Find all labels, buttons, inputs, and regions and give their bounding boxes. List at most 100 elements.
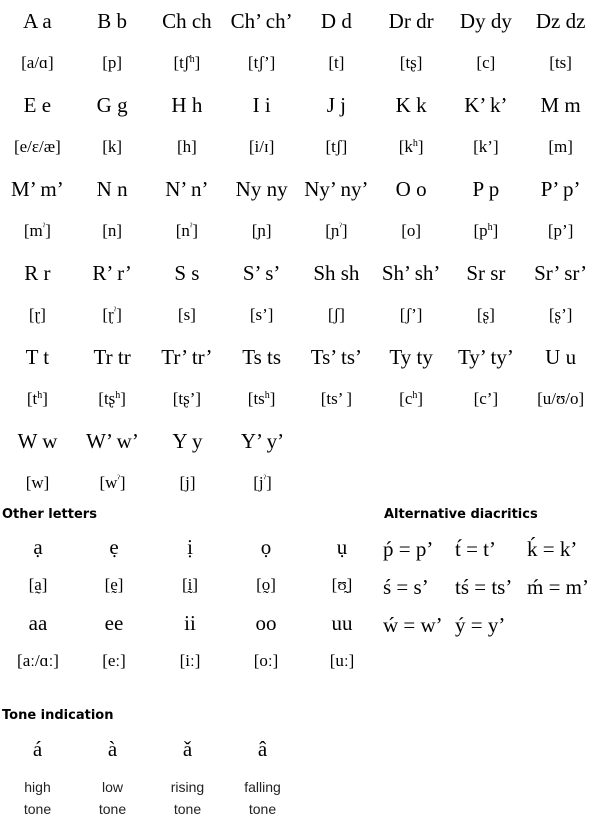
ipa-cell: [aː/ɑː]: [17, 651, 59, 670]
tone-label: falling tone: [225, 776, 300, 820]
ipa-superscript: ˀ: [113, 306, 117, 317]
letter-cell: Ts’ ts’: [310, 344, 362, 369]
ipa-base: tʃ: [331, 137, 342, 156]
letter-cell: D d: [320, 8, 352, 33]
letter-cell: oo: [255, 610, 277, 635]
letter-cell: P p: [472, 176, 500, 201]
letter-cell: N’ n’: [165, 176, 209, 201]
tone-label-line: tone: [173, 801, 202, 817]
ipa-cell: [s]: [177, 305, 196, 324]
letter-cell: B b: [97, 8, 127, 33]
letter-cell: K’ k’: [464, 92, 508, 117]
ipa-cell: [e/ɛ/æ]: [13, 137, 61, 156]
ipa-superscript: ˀ: [42, 222, 46, 233]
letter-cell: ii: [184, 610, 196, 635]
letter-cell: M’ m’: [11, 176, 64, 201]
letter-cell: W w: [17, 428, 58, 453]
ipa-superscript: h: [115, 390, 121, 401]
ipa-base: ɲ: [257, 221, 266, 240]
ipa-cell: [ch]: [399, 389, 424, 408]
letter-cell: G g: [96, 92, 128, 117]
ipa-cell: [ts’ ]: [320, 389, 353, 408]
ipa-cell: [o̰]: [256, 575, 276, 594]
ipa-base: i/ɪ: [254, 137, 269, 156]
letter-cell: Sr sr: [466, 260, 506, 285]
ipa-base: ʃ: [333, 305, 340, 324]
ipa-cell: [n]: [102, 221, 123, 240]
letter-cell: A a: [23, 8, 52, 33]
letter-cell: ị: [187, 534, 193, 559]
ipa-base: e/ɛ/æ: [19, 137, 56, 156]
diacritic-row: ṕ = p’ t́ = t’ ḱ = k’: [383, 530, 598, 568]
ipa-cell: [i/ɪ]: [248, 137, 275, 156]
tone-label-line: low: [101, 779, 123, 795]
ipa-cell: [ɲ]: [251, 221, 272, 240]
alphabet-table: A a B b Ch ch Ch’ ch’ D d Dr dr Dy dy Dz dz [a/ɑ…: [0, 0, 598, 504]
ipa-cell: [iː]: [179, 651, 201, 670]
ipa-cell: [tsh]: [247, 389, 276, 408]
letter-row: E e G g H h I i J j K k K’ k’ M m: [0, 84, 598, 126]
tone-label-line: tone: [248, 801, 277, 817]
ipa-cell: [s’]: [249, 305, 274, 324]
letter-cell: Sh’ sh’: [381, 260, 441, 285]
letter-cell: K k: [395, 92, 427, 117]
tone-label-line: high: [24, 779, 51, 795]
ipa-base: w: [105, 473, 118, 492]
diacritic-row: ẃ = w’ ý = y’: [383, 606, 598, 644]
ipa-base: k: [107, 137, 117, 156]
tone-mark-row: áàǎâ: [0, 728, 300, 770]
ipa-cell: [ʂ]: [476, 305, 495, 324]
letter-cell: W’ w’: [86, 428, 139, 453]
diacritic-equivalence: tś = ts’: [455, 574, 513, 599]
ipa-cell: [ph]: [473, 221, 499, 240]
ipa-cell: [tʃ’]: [247, 53, 276, 72]
ipa-cell: [p]: [102, 53, 123, 72]
letter-cell: T t: [25, 344, 50, 369]
ipa-base: w: [31, 473, 44, 492]
ipa-cell: [ʂ’]: [548, 305, 573, 324]
ipa-cell: [ts]: [549, 53, 572, 72]
ipa-row: [th] [tʂh] [tʂ’] [tsh] [ts’ ] [ch] [c’] [u/ʊ/o]: [0, 378, 598, 420]
ipa-base: p: [107, 53, 117, 72]
letter-row: W w W’ w’ Y y Y’ y’: [0, 420, 598, 462]
letter-cell: Ch ch: [162, 8, 212, 33]
ipa-superscript: ˀ: [339, 222, 342, 233]
letter-row: R r R’ r’ S s S’ s’ Sh sh Sh’ sh’ Sr sr Sr’ sr’: [0, 252, 598, 294]
ipa-row: [a̰] [ḛ] [ḭ] [o̰] [ʊ̰]: [0, 566, 380, 604]
ipa-base: n: [181, 221, 190, 240]
ipa-cell: [uː]: [329, 651, 355, 670]
ipa-cell: [u/ʊ/o]: [537, 389, 585, 408]
ipa-base: m: [29, 221, 43, 240]
diacritic-equivalence: ẃ = w’: [383, 612, 443, 637]
ipa-row: [a/ɑ] [p] [tʃh] [tʃ’] [t] [tʂ] [c] [ts]: [0, 42, 598, 84]
diacritic-equivalence: ý = y’: [455, 612, 506, 637]
tone-label: high tone: [0, 776, 75, 820]
ipa-base: c’: [479, 389, 493, 408]
ipa-row: [ɽ] [ɽˀ] [s] [s’] [ʃ] [ʃ’] [ʂ] [ʂ’]: [0, 294, 598, 336]
letter-cell: Ty’ ty’: [457, 344, 514, 369]
tone-label-line: falling: [244, 779, 281, 795]
ipa-superscript: h: [487, 222, 493, 233]
ipa-base: j: [185, 473, 190, 492]
tone-indication-heading: Tone indication: [2, 708, 114, 723]
ipa-base: ts: [253, 389, 265, 408]
ipa-base: k’: [478, 137, 493, 156]
letter-cell: U u: [545, 344, 577, 369]
letter-cell: Ts ts: [242, 344, 282, 369]
letter-cell: ee: [104, 610, 124, 635]
tone-mark: à: [107, 736, 118, 761]
letter-cell: Tr tr: [93, 344, 131, 369]
letter-cell: Ty ty: [389, 344, 433, 369]
ipa-base: tʃ: [179, 53, 190, 72]
ipa-base: t: [334, 53, 339, 72]
ipa-superscript: h: [412, 138, 418, 149]
ipa-base: s: [183, 305, 191, 324]
tone-label-line: rising: [170, 779, 205, 795]
tone-mark: â: [257, 736, 268, 761]
ipa-cell: [ʃ]: [327, 305, 345, 324]
letter-cell: Dr dr: [388, 8, 434, 33]
ipa-cell: [tʃh]: [173, 53, 201, 72]
ipa-cell: [ɽ]: [28, 305, 46, 324]
letter-cell: N n: [96, 176, 128, 201]
ipa-base: n: [107, 221, 117, 240]
